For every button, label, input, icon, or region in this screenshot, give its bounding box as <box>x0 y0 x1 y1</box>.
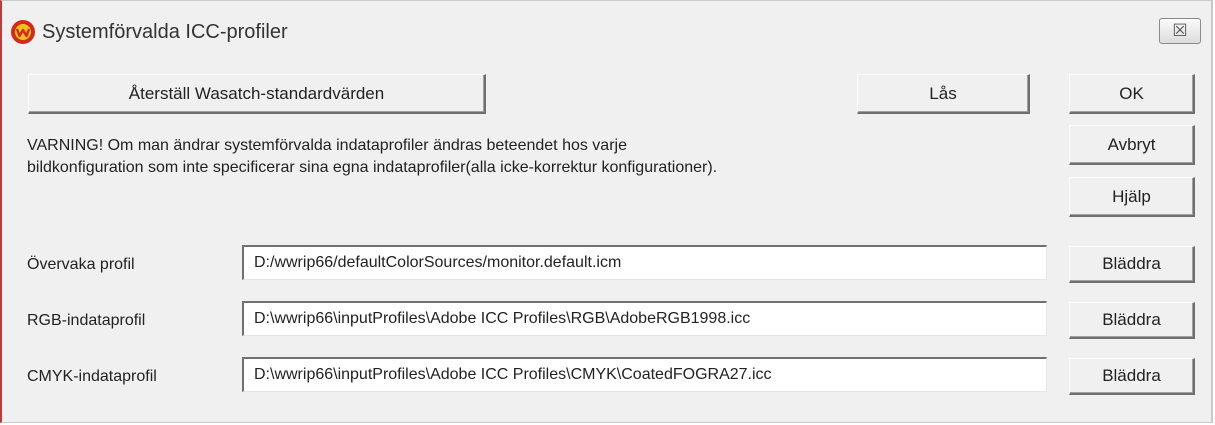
wasatch-app-icon <box>11 20 35 44</box>
close-icon: ☒ <box>1172 21 1188 40</box>
ok-label: OK <box>1119 83 1144 103</box>
restore-defaults-button[interactable]: Återställ Wasatch-standardvärden <box>28 74 486 114</box>
help-button[interactable]: Hjälp <box>1069 177 1195 217</box>
lock-button[interactable]: Lås <box>857 74 1030 114</box>
rgb-profile-field[interactable]: D:\wwrip66\inputProfiles\Adobe ICC Profi… <box>242 301 1047 336</box>
browse-monitor-button[interactable]: Bläddra <box>1069 246 1195 283</box>
rgb-profile-label: RGB-indataprofil <box>27 312 146 329</box>
lock-label: Lås <box>929 83 957 103</box>
monitor-profile-label: Övervaka profil <box>27 256 135 273</box>
cancel-button[interactable]: Avbryt <box>1069 125 1195 165</box>
rgb-profile-value: D:\wwrip66\inputProfiles\Adobe ICC Profi… <box>254 310 751 327</box>
browse-cmyk-button[interactable]: Bläddra <box>1069 358 1195 395</box>
cmyk-profile-value: D:\wwrip66\inputProfiles\Adobe ICC Profi… <box>254 366 772 383</box>
ok-button[interactable]: OK <box>1069 74 1195 114</box>
help-label: Hjälp <box>1112 186 1151 206</box>
cmyk-profile-field[interactable]: D:\wwrip66\inputProfiles\Adobe ICC Profi… <box>242 357 1047 392</box>
cmyk-profile-label: CMYK-indataprofil <box>27 368 157 385</box>
title-bar[interactable]: Systemförvalda ICC-profiler ☒ <box>2 1 1211 59</box>
warning-line-2: bildkonfiguration som inte specificerar … <box>27 159 718 176</box>
warning-text: VARNING! Om man ändrar systemförvalda in… <box>27 135 717 179</box>
dialog-window: Systemförvalda ICC-profiler ☒ Återställ … <box>0 0 1213 423</box>
browse-rgb-label: Bläddra <box>1102 310 1161 329</box>
browse-cmyk-label: Bläddra <box>1102 366 1161 385</box>
browse-rgb-button[interactable]: Bläddra <box>1069 302 1195 339</box>
warning-line-1: VARNING! Om man ändrar systemförvalda in… <box>27 137 627 154</box>
cancel-label: Avbryt <box>1107 134 1156 154</box>
restore-defaults-label: Återställ Wasatch-standardvärden <box>128 83 385 103</box>
close-button[interactable]: ☒ <box>1159 18 1201 44</box>
monitor-profile-value: D:/wwrip66/defaultColorSources/monitor.d… <box>254 254 622 271</box>
monitor-profile-field[interactable]: D:/wwrip66/defaultColorSources/monitor.d… <box>242 245 1047 280</box>
window-title: Systemförvalda ICC-profiler <box>42 21 288 43</box>
browse-monitor-label: Bläddra <box>1102 254 1161 273</box>
